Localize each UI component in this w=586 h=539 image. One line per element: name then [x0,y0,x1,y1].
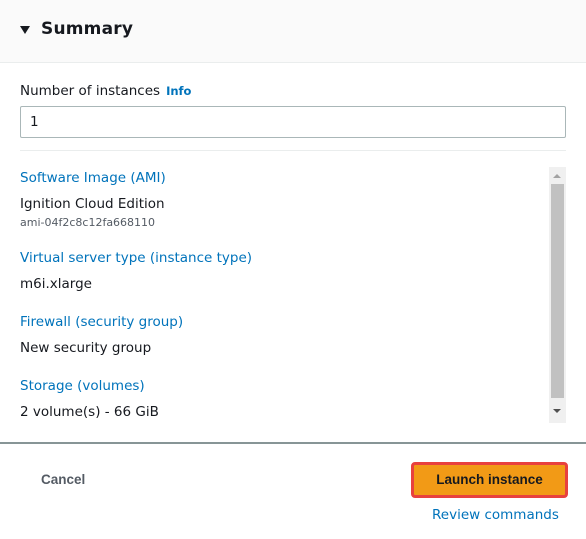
instances-label-row: Number of instances Info [20,83,191,99]
instance-type-value: m6i.xlarge [20,276,92,292]
summary-header[interactable]: Summary [0,0,586,63]
info-link[interactable]: Info [166,84,191,98]
instances-label: Number of instances [20,83,161,99]
cancel-button[interactable]: Cancel [28,466,98,494]
scroll-up-arrow-icon[interactable] [553,174,561,178]
review-commands-link[interactable]: Review commands [432,507,559,523]
caret-down-icon[interactable] [20,26,30,34]
scroll-down-arrow-icon[interactable] [553,409,561,413]
software-image-value: Ignition Cloud Edition [20,196,165,212]
scrollbar-thumb[interactable] [551,184,564,398]
divider [20,150,566,151]
scrollbar[interactable] [549,167,566,423]
security-group-link[interactable]: Firewall (security group) [20,314,183,330]
launch-instance-highlight: Launch instance [411,462,568,498]
summary-title: Summary [41,19,134,39]
launch-instance-button[interactable]: Launch instance [414,465,565,495]
ami-id: ami-04f2c8c12fa668110 [20,216,156,229]
footer-divider [0,442,586,444]
number-of-instances-input[interactable] [20,106,566,138]
instance-type-link[interactable]: Virtual server type (instance type) [20,250,252,266]
storage-link[interactable]: Storage (volumes) [20,378,145,394]
software-image-link[interactable]: Software Image (AMI) [20,170,166,186]
security-group-value: New security group [20,340,152,356]
storage-value: 2 volume(s) - 66 GiB [20,404,159,420]
